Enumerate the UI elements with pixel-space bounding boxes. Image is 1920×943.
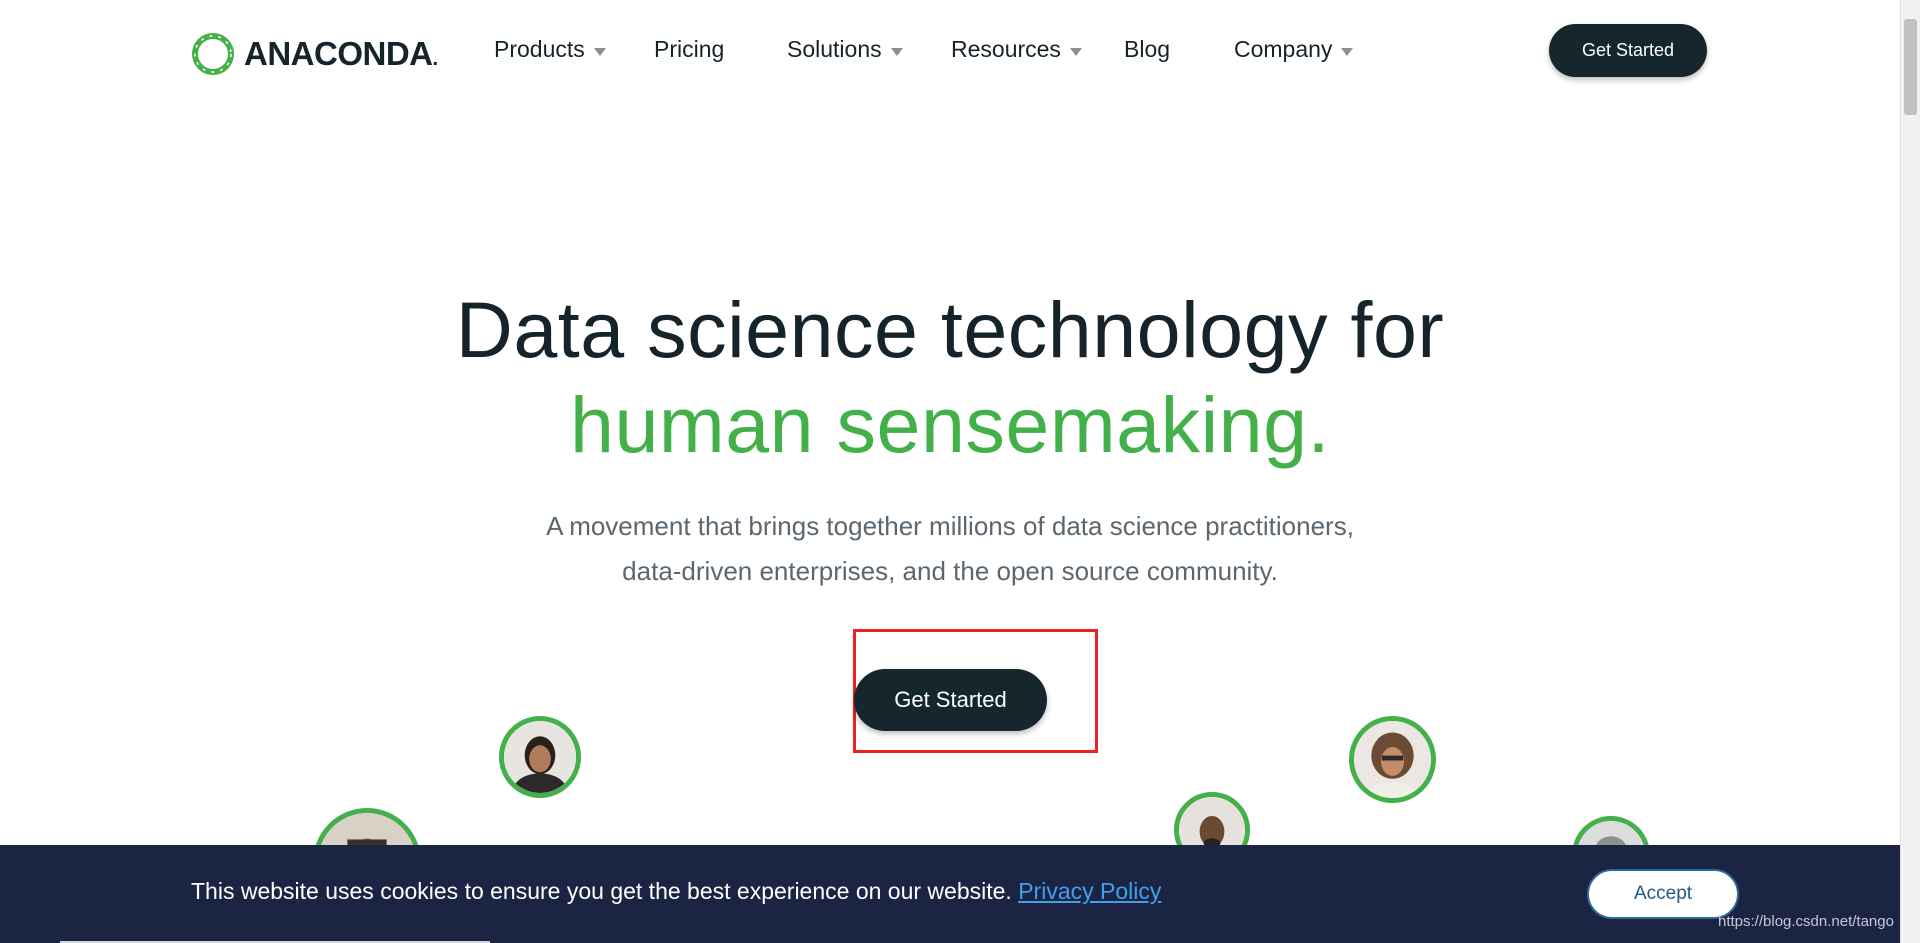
chevron-down-icon [1341,48,1354,56]
hero-get-started-button[interactable]: Get Started [854,669,1047,731]
nav-item-resources[interactable]: Resources [951,36,1082,63]
chevron-down-icon [890,48,903,56]
nav-label: Company [1234,36,1333,62]
header-get-started-button[interactable]: Get Started [1549,24,1707,77]
hero-subtitle-line1: A movement that brings together millions… [546,511,1354,541]
page-scrollbar[interactable] [1900,0,1920,943]
cookie-banner: This website uses cookies to ensure you … [0,845,1900,943]
cookie-message-text: This website uses cookies to ensure you … [191,878,1012,904]
hero-title-line2: human sensemaking. [570,380,1330,469]
chevron-down-icon [593,48,606,56]
anaconda-ring-icon [192,33,234,75]
hero-subtitle-line2: data-driven enterprises, and the open so… [622,556,1278,586]
nav-label: Blog [1124,36,1171,62]
watermark-text: https://blog.csdn.net/tango [1718,913,1894,930]
nav-item-products[interactable]: Products [494,36,606,63]
accept-cookies-button[interactable]: Accept [1587,869,1739,919]
anaconda-logo[interactable]: ANACONDA. [190,31,438,77]
nav-label: Resources [951,36,1061,62]
chevron-down-icon [1069,48,1082,56]
logo-text: ANACONDA. [244,35,438,72]
privacy-policy-link[interactable]: Privacy Policy [1018,878,1161,904]
hero-title-line1: Data science technology for [455,285,1445,374]
nav-item-company[interactable]: Company [1234,36,1354,63]
nav-label: Products [494,36,585,62]
nav-label: Solutions [787,36,882,62]
nav-item-solutions[interactable]: Solutions [787,36,903,63]
avatar [1349,716,1436,803]
avatar [499,716,581,798]
nav-label: Pricing [654,36,725,62]
nav-item-blog[interactable]: Blog [1124,36,1170,63]
scrollbar-thumb[interactable] [1904,19,1917,115]
nav-item-pricing[interactable]: Pricing [654,36,724,63]
cookie-message: This website uses cookies to ensure you … [191,878,1161,905]
